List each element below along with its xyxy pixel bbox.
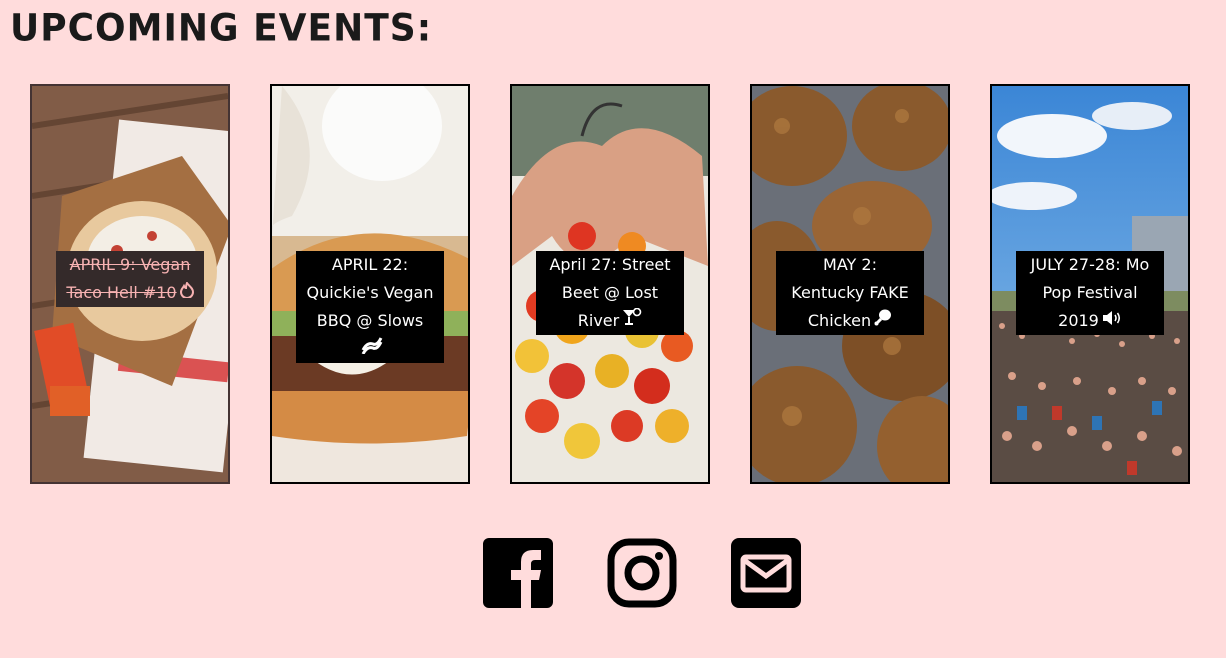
page-title: UPCOMING EVENTS:: [10, 6, 433, 51]
event-card-mo-pop-festival[interactable]: JULY 27-28: Mo Pop Festival 2019: [990, 84, 1190, 484]
speaker-icon: [1102, 307, 1122, 335]
bacon-icon: [361, 335, 383, 363]
event-card-vegan-taco-hell[interactable]: APRIL 9: Vegan Taco Hell #10: [30, 84, 230, 484]
facebook-icon: [483, 538, 553, 608]
event-card-street-beet[interactable]: April 27: Street Beet @ Lost River: [510, 84, 710, 484]
event-card-kentucky-fake-chicken[interactable]: MAY 2: Kentucky FAKE Chicken: [750, 84, 950, 484]
instagram-icon: [607, 538, 677, 608]
drumstick-icon: [874, 307, 892, 335]
facebook-link[interactable]: [483, 538, 553, 608]
email-link[interactable]: [731, 538, 801, 608]
event-label-3: April 27: Street Beet @ Lost River: [536, 251, 684, 335]
event-label-1: APRIL 9: Vegan Taco Hell #10: [56, 251, 204, 307]
event-card-quickies-bbq[interactable]: APRIL 22: Quickie's Vegan BBQ @ Slows: [270, 84, 470, 484]
event-label-2: APRIL 22: Quickie's Vegan BBQ @ Slows: [296, 251, 444, 363]
event-label-5: JULY 27-28: Mo Pop Festival 2019: [1016, 251, 1164, 335]
instagram-link[interactable]: [607, 538, 677, 608]
event-label-4: MAY 2: Kentucky FAKE Chicken: [776, 251, 924, 335]
fire-icon: [179, 279, 194, 307]
cocktail-icon: [622, 307, 642, 335]
email-icon: [731, 538, 801, 608]
